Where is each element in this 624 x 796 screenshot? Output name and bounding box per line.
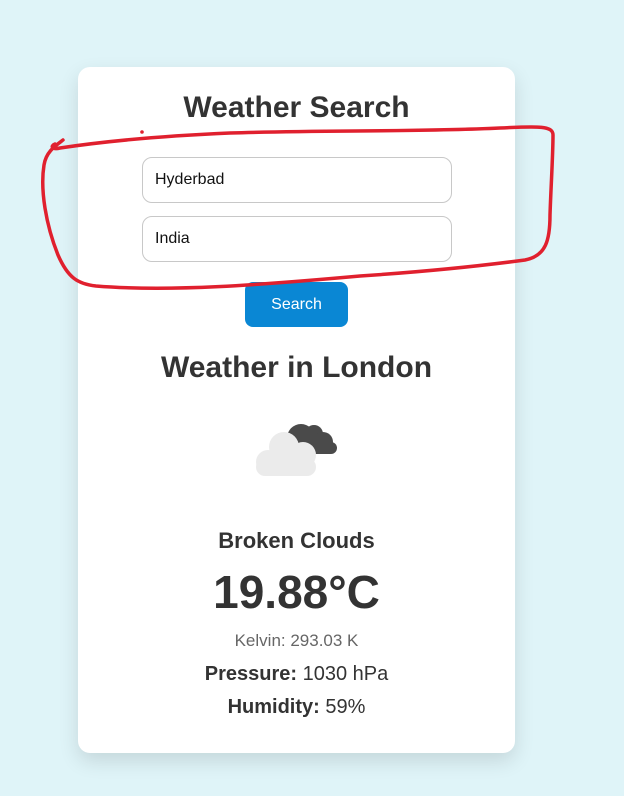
pressure-value: 1030 hPa: [302, 663, 389, 685]
humidity-label: Humidity:: [227, 696, 320, 718]
weather-heading: Weather in London: [160, 351, 433, 384]
search-button[interactable]: Search: [245, 282, 348, 327]
humidity-value: 59%: [325, 696, 366, 718]
weather-card: Weather Search Search Weather in London …: [78, 67, 515, 753]
city-input[interactable]: [142, 157, 452, 203]
page-title: Weather Search: [183, 91, 410, 124]
broken-clouds-icon: [250, 412, 345, 482]
kelvin-value: Kelvin: 293.03 K: [234, 631, 359, 650]
temperature-value: 19.88°C: [213, 566, 380, 618]
weather-description: Broken Clouds: [218, 528, 375, 553]
humidity-row: Humidity: 59%: [78, 695, 515, 719]
pressure-label: Pressure:: [204, 663, 298, 685]
country-input[interactable]: [142, 216, 452, 262]
pressure-row: Pressure: 1030 hPa: [78, 662, 515, 686]
